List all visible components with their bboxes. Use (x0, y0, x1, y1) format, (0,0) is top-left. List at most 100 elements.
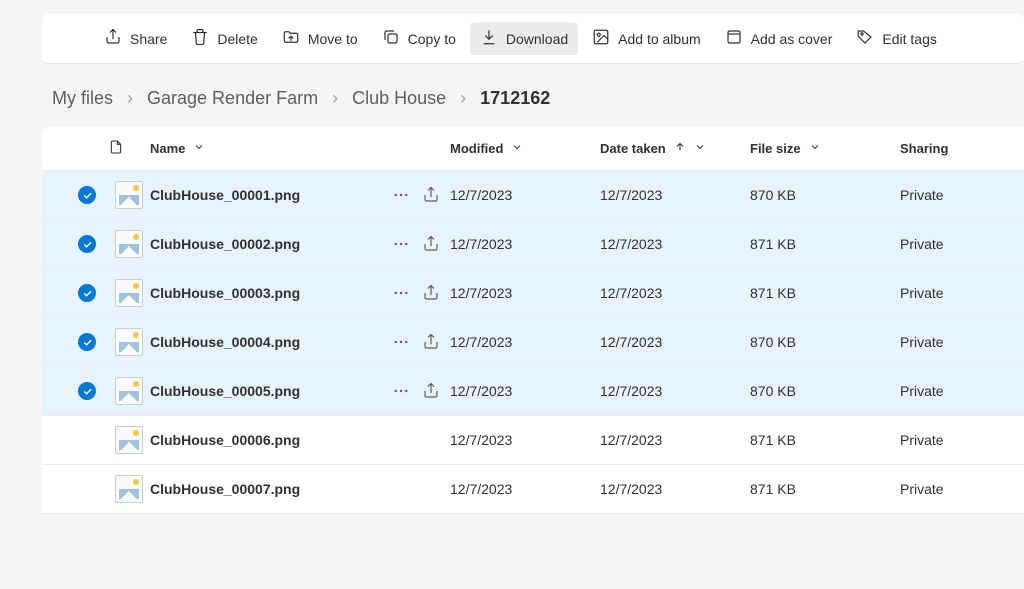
checkmark-icon[interactable] (78, 333, 96, 351)
checkmark-icon[interactable] (78, 382, 96, 400)
move-to-button[interactable]: Move to (272, 22, 368, 55)
column-file-size[interactable]: File size (750, 141, 900, 156)
table-row[interactable]: ClubHouse_00005.png 12/7/2023 12/7/2023 … (42, 367, 1024, 416)
file-date-taken: 12/7/2023 (600, 432, 662, 448)
table-row[interactable]: ClubHouse_00001.png 12/7/2023 12/7/2023 … (42, 171, 1024, 220)
breadcrumb-item-folder-1[interactable]: Garage Render Farm (147, 88, 318, 109)
column-sharing[interactable]: Sharing (900, 141, 1000, 156)
file-modified: 12/7/2023 (450, 187, 512, 203)
copy-to-button[interactable]: Copy to (372, 22, 466, 55)
file-sharing: Private (900, 236, 944, 252)
edit-tags-button[interactable]: Edit tags (846, 22, 946, 55)
more-options-icon[interactable] (392, 186, 410, 204)
file-name[interactable]: ClubHouse_00002.png (150, 236, 300, 252)
chevron-right-icon: › (332, 88, 338, 109)
more-options-icon[interactable] (392, 235, 410, 253)
image-thumbnail-icon (115, 181, 143, 209)
share-icon[interactable] (422, 186, 440, 204)
share-icon[interactable] (422, 333, 440, 351)
chevron-down-icon (511, 141, 523, 156)
file-name[interactable]: ClubHouse_00004.png (150, 334, 300, 350)
breadcrumb: My files › Garage Render Farm › Club Hou… (0, 64, 1024, 127)
breadcrumb-item-my-files[interactable]: My files (52, 88, 113, 109)
chevron-right-icon: › (460, 88, 466, 109)
file-date-taken: 12/7/2023 (600, 285, 662, 301)
download-label: Download (506, 31, 568, 47)
album-icon (592, 28, 610, 49)
download-button[interactable]: Download (470, 22, 578, 55)
table-row[interactable]: ClubHouse_00002.png 12/7/2023 12/7/2023 … (42, 220, 1024, 269)
more-options-icon[interactable] (392, 382, 410, 400)
move-to-label: Move to (308, 31, 358, 47)
file-name[interactable]: ClubHouse_00007.png (150, 481, 300, 497)
file-size: 870 KB (750, 187, 796, 203)
breadcrumb-item-current: 1712162 (480, 88, 550, 109)
chevron-right-icon: › (127, 88, 133, 109)
file-list: Name Modified Date taken File size Shari… (42, 127, 1024, 514)
table-row[interactable]: ClubHouse_00004.png 12/7/2023 12/7/2023 … (42, 318, 1024, 367)
checkmark-icon[interactable] (78, 186, 96, 204)
checkmark-icon[interactable] (78, 284, 96, 302)
column-name[interactable]: Name (150, 141, 450, 156)
share-icon[interactable] (422, 235, 440, 253)
file-modified: 12/7/2023 (450, 285, 512, 301)
image-thumbnail-icon (115, 230, 143, 258)
more-options-icon[interactable] (392, 284, 410, 302)
file-date-taken: 12/7/2023 (600, 383, 662, 399)
file-sharing: Private (900, 481, 944, 497)
column-file-size-label: File size (750, 141, 801, 156)
file-modified: 12/7/2023 (450, 334, 512, 350)
table-row[interactable]: ClubHouse_00003.png 12/7/2023 12/7/2023 … (42, 269, 1024, 318)
file-size: 871 KB (750, 236, 796, 252)
toolbar: Share Delete Move to Copy to Download Ad… (42, 14, 1024, 64)
delete-button[interactable]: Delete (181, 22, 267, 55)
file-sharing: Private (900, 187, 944, 203)
file-name[interactable]: ClubHouse_00003.png (150, 285, 300, 301)
image-thumbnail-icon (115, 377, 143, 405)
file-date-taken: 12/7/2023 (600, 334, 662, 350)
share-icon (104, 28, 122, 49)
file-name[interactable]: ClubHouse_00001.png (150, 187, 300, 203)
trash-icon (191, 28, 209, 49)
file-modified: 12/7/2023 (450, 432, 512, 448)
copy-to-label: Copy to (408, 31, 456, 47)
image-thumbnail-icon (115, 279, 143, 307)
chevron-down-icon (809, 141, 821, 156)
table-row[interactable]: ClubHouse_00007.png 12/7/2023 12/7/2023 … (42, 465, 1024, 514)
folder-move-icon (282, 28, 300, 49)
file-name[interactable]: ClubHouse_00006.png (150, 432, 300, 448)
edit-tags-label: Edit tags (882, 31, 936, 47)
add-to-album-button[interactable]: Add to album (582, 22, 711, 55)
arrow-up-icon (674, 141, 686, 156)
file-modified: 12/7/2023 (450, 383, 512, 399)
column-date-taken[interactable]: Date taken (600, 141, 750, 156)
more-options-icon[interactable] (392, 333, 410, 351)
cover-icon (725, 28, 743, 49)
delete-label: Delete (217, 31, 257, 47)
download-icon (480, 28, 498, 49)
table-row[interactable]: ClubHouse_00006.png 12/7/2023 12/7/2023 … (42, 416, 1024, 465)
file-size: 870 KB (750, 383, 796, 399)
file-type-icon (108, 139, 124, 155)
add-as-cover-button[interactable]: Add as cover (715, 22, 843, 55)
column-name-label: Name (150, 141, 185, 156)
file-date-taken: 12/7/2023 (600, 187, 662, 203)
checkmark-icon[interactable] (78, 235, 96, 253)
image-thumbnail-icon (115, 426, 143, 454)
file-size: 871 KB (750, 481, 796, 497)
add-as-cover-label: Add as cover (751, 31, 833, 47)
file-sharing: Private (900, 334, 944, 350)
share-icon[interactable] (422, 284, 440, 302)
share-button[interactable]: Share (94, 22, 177, 55)
share-icon[interactable] (422, 382, 440, 400)
file-name[interactable]: ClubHouse_00005.png (150, 383, 300, 399)
file-size: 871 KB (750, 432, 796, 448)
column-modified[interactable]: Modified (450, 141, 600, 156)
file-modified: 12/7/2023 (450, 236, 512, 252)
column-modified-label: Modified (450, 141, 503, 156)
chevron-down-icon (694, 141, 706, 156)
table-header: Name Modified Date taken File size Shari… (42, 127, 1024, 171)
image-thumbnail-icon (115, 475, 143, 503)
file-size: 870 KB (750, 334, 796, 350)
breadcrumb-item-folder-2[interactable]: Club House (352, 88, 446, 109)
